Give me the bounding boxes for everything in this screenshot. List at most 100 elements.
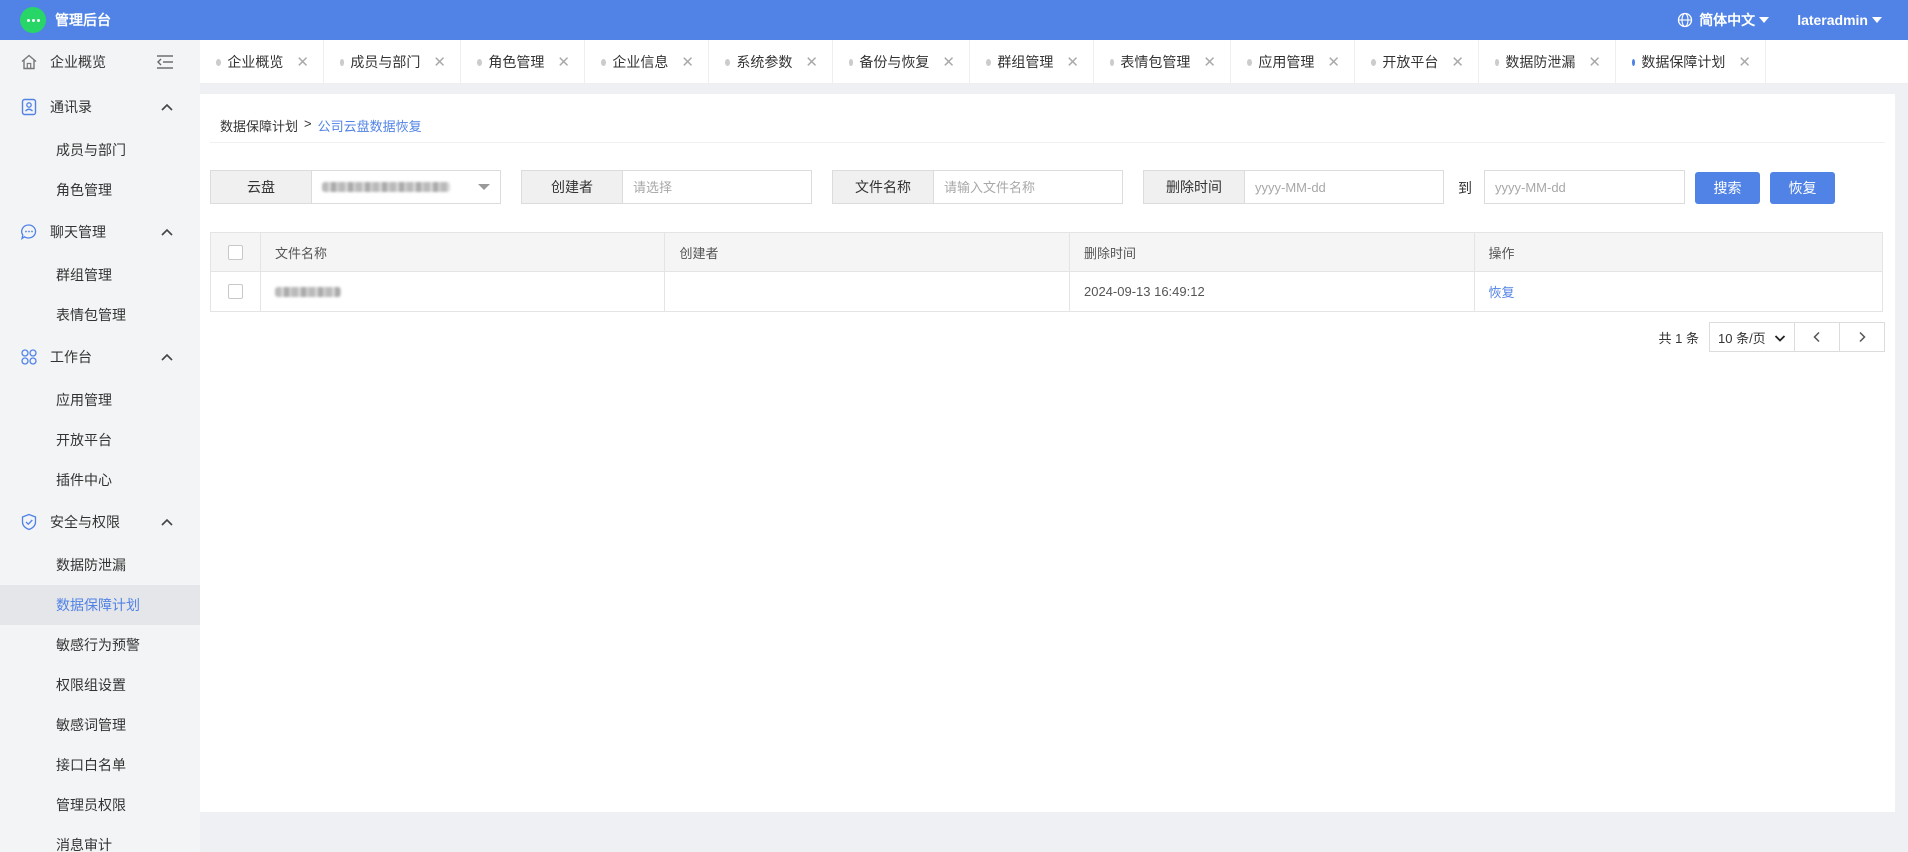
tab-data-protection[interactable]: 数据保障计划 ✕ — [1616, 40, 1766, 84]
sidebar-group-workbench[interactable]: 工作台 — [0, 337, 200, 377]
tab-status-dot — [216, 58, 222, 66]
date-to-input[interactable] — [1485, 171, 1684, 203]
cloud-drive-filter: 云盘 — [210, 170, 501, 204]
sidebar-item-label: 成员与部门 — [56, 142, 126, 158]
tab-label: 系统参数 — [736, 54, 793, 70]
tab-roles[interactable]: 角色管理 ✕ — [461, 40, 585, 84]
tab-groups[interactable]: 群组管理 ✕ — [970, 40, 1094, 84]
sidebar-item-sensitive-words[interactable]: 敏感词管理 — [0, 705, 200, 745]
creator-filter: 创建者 — [521, 170, 812, 204]
close-icon[interactable]: ✕ — [433, 55, 446, 70]
tab-stickers[interactable]: 表情包管理 ✕ — [1094, 40, 1231, 84]
next-page-button[interactable] — [1839, 322, 1885, 352]
chevron-up-icon — [161, 103, 173, 111]
sidebar-item-label: 数据防泄漏 — [56, 557, 126, 573]
close-icon[interactable]: ✕ — [1588, 55, 1601, 70]
sidebar-item-roles[interactable]: 角色管理 — [0, 170, 200, 210]
sidebar-item-admin-permissions[interactable]: 管理员权限 — [0, 785, 200, 825]
sidebar-item-members[interactable]: 成员与部门 — [0, 130, 200, 170]
sidebar-item-stickers[interactable]: 表情包管理 — [0, 295, 200, 335]
search-button[interactable]: 搜索 — [1695, 172, 1760, 204]
sidebar-item-label: 企业概览 — [50, 54, 106, 70]
creator-label: 创建者 — [522, 171, 623, 203]
sidebar-group-chat[interactable]: 聊天管理 — [0, 212, 200, 252]
row-restore-link[interactable]: 恢复 — [1489, 282, 1515, 301]
sidebar-group-security[interactable]: 安全与权限 — [0, 502, 200, 542]
tab-status-dot — [1495, 58, 1500, 66]
sidebar-item-label: 表情包管理 — [56, 307, 126, 323]
creator-cell — [665, 272, 1070, 311]
tab-status-dot — [725, 58, 731, 66]
cloud-drive-label: 云盘 — [211, 171, 312, 203]
app-logo[interactable]: 管理后台 — [20, 7, 111, 33]
tab-open-platform[interactable]: 开放平台 ✕ — [1355, 40, 1479, 84]
page-size-select[interactable]: 10 条/页 — [1709, 322, 1795, 352]
workbench-icon — [21, 349, 37, 365]
sidebar-item-dlp[interactable]: 数据防泄漏 — [0, 545, 200, 585]
app-title: 管理后台 — [55, 12, 111, 28]
tab-company-info[interactable]: 企业信息 ✕ — [585, 40, 709, 84]
close-icon[interactable]: ✕ — [296, 55, 309, 70]
creator-select[interactable] — [623, 171, 811, 203]
tab-members[interactable]: 成员与部门 ✕ — [324, 40, 461, 84]
close-icon[interactable]: ✕ — [1738, 55, 1751, 70]
sidebar-item-data-protection[interactable]: 数据保障计划 — [0, 585, 200, 625]
column-header-delete-time: 删除时间 — [1070, 233, 1475, 271]
collapse-menu-icon[interactable] — [156, 54, 174, 70]
sidebar-item-label: 工作台 — [50, 349, 92, 365]
close-icon[interactable]: ✕ — [1203, 55, 1216, 70]
restore-button[interactable]: 恢复 — [1770, 172, 1835, 204]
filename-filter: 文件名称 — [832, 170, 1123, 204]
total-count: 共 1 条 — [1658, 330, 1699, 346]
sidebar-item-api-whitelist[interactable]: 接口白名单 — [0, 745, 200, 785]
sidebar-item-sensitive-alerts[interactable]: 敏感行为预警 — [0, 625, 200, 665]
chevron-up-icon — [161, 518, 173, 526]
tab-label: 企业概览 — [227, 54, 284, 70]
close-icon[interactable]: ✕ — [1066, 55, 1079, 70]
user-menu[interactable]: lateradmin — [1797, 12, 1882, 28]
sidebar-item-open-platform[interactable]: 开放平台 — [0, 420, 200, 460]
tab-status-dot — [986, 58, 992, 66]
tab-status-dot — [477, 58, 483, 66]
tab-overview[interactable]: 企业概览 ✕ — [200, 40, 324, 84]
breadcrumb-parent[interactable]: 数据保障计划 — [220, 116, 298, 135]
sidebar-item-label: 消息审计 — [56, 837, 112, 852]
sidebar-item-label: 开放平台 — [56, 432, 112, 448]
tab-system-params[interactable]: 系统参数 ✕ — [709, 40, 833, 84]
tab-backup[interactable]: 备份与恢复 ✕ — [833, 40, 970, 84]
tab-label: 企业信息 — [612, 54, 669, 70]
date-from-input[interactable] — [1245, 171, 1443, 203]
sidebar-item-permission-groups[interactable]: 权限组设置 — [0, 665, 200, 705]
sidebar-item-apps[interactable]: 应用管理 — [0, 380, 200, 420]
sidebar-item-plugins[interactable]: 插件中心 — [0, 460, 200, 500]
close-icon[interactable]: ✕ — [557, 55, 570, 70]
close-icon[interactable]: ✕ — [942, 55, 955, 70]
tab-dlp[interactable]: 数据防泄漏 ✕ — [1479, 40, 1616, 84]
cloud-drive-select[interactable] — [312, 171, 500, 203]
language-switcher[interactable]: 简体中文 — [1677, 10, 1770, 30]
sidebar-item-label: 敏感词管理 — [56, 717, 126, 733]
date-to-filter — [1484, 170, 1685, 204]
sidebar-group-contacts[interactable]: 通讯录 — [0, 87, 200, 127]
close-icon[interactable]: ✕ — [805, 55, 818, 70]
select-all-checkbox[interactable] — [228, 244, 243, 260]
close-icon[interactable]: ✕ — [1451, 55, 1464, 70]
home-icon — [21, 54, 37, 70]
chevron-down-icon — [1872, 17, 1882, 23]
chat-icon — [20, 224, 37, 240]
prev-page-button[interactable] — [1794, 322, 1840, 352]
sidebar-item-overview[interactable]: 企业概览 — [0, 42, 200, 82]
sidebar-item-message-audit[interactable]: 消息审计 — [0, 825, 200, 852]
sidebar-item-label: 管理员权限 — [56, 797, 126, 813]
delete-time-cell: 2024-09-13 16:49:12 — [1070, 272, 1475, 311]
sidebar-item-groups[interactable]: 群组管理 — [0, 255, 200, 295]
sidebar-item-label: 群组管理 — [56, 267, 112, 283]
filename-label: 文件名称 — [833, 171, 934, 203]
close-icon[interactable]: ✕ — [1327, 55, 1340, 70]
close-icon[interactable]: ✕ — [681, 55, 694, 70]
tab-apps[interactable]: 应用管理 ✕ — [1231, 40, 1355, 84]
top-bar: 管理后台 简体中文 lateradmin — [0, 0, 1908, 40]
filename-input[interactable] — [934, 171, 1122, 203]
delete-time-filter: 删除时间 — [1143, 170, 1444, 204]
row-checkbox[interactable] — [228, 284, 243, 299]
